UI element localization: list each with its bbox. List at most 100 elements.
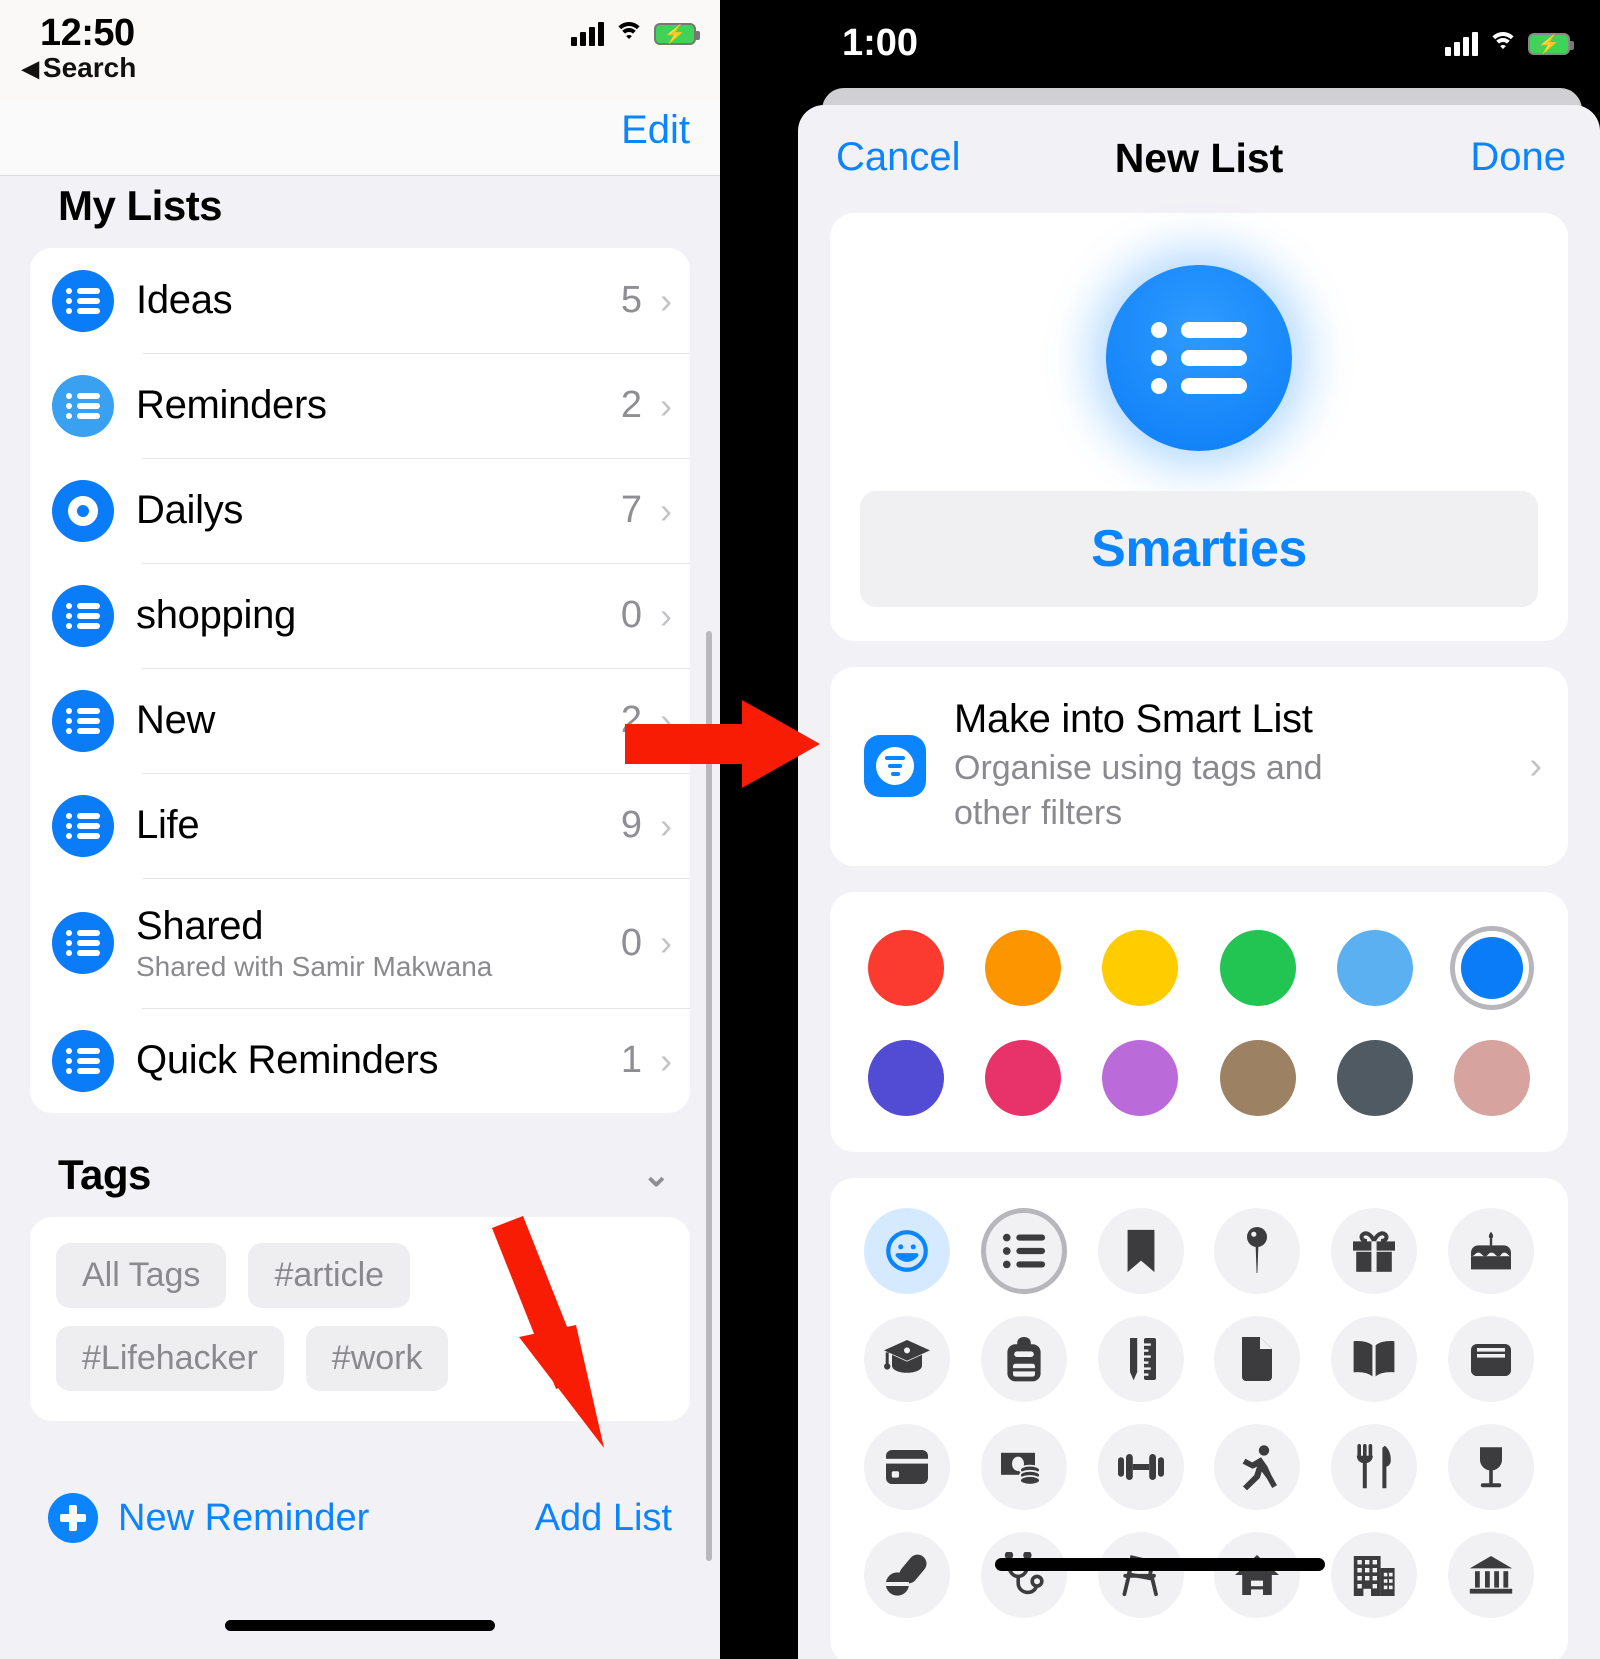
document-icon[interactable]	[1214, 1315, 1301, 1402]
left-scroll-area[interactable]: My Lists Ideas 5 › Reminders 2 › Dailys …	[0, 176, 720, 1659]
tag-chip[interactable]: #Lifehacker	[56, 1326, 284, 1391]
back-to-search-button[interactable]: ◀ Search	[22, 52, 136, 84]
list-count: 0	[620, 594, 642, 636]
pencil-ruler-icon[interactable]	[1097, 1315, 1184, 1402]
tag-chip[interactable]: All Tags	[56, 1243, 227, 1308]
fork-knife-icon[interactable]	[1331, 1423, 1418, 1510]
cellular-signal-icon	[1445, 32, 1478, 56]
tags-header-row[interactable]: Tags ⌄	[30, 1113, 690, 1217]
color-swatch-blue-selected[interactable]	[1449, 925, 1534, 1010]
credit-card-icon[interactable]	[864, 1423, 950, 1510]
backpack-icon[interactable]	[980, 1315, 1067, 1402]
tag-row: All Tags #article	[56, 1243, 664, 1308]
left-phone-screen: 12:50 ◀ Search ⚡ Edit My Lists Ideas 5 ›…	[0, 0, 720, 1659]
chevron-right-icon: ›	[660, 279, 672, 321]
book-icon[interactable]	[1331, 1315, 1418, 1402]
chevron-right-icon: ›	[660, 804, 672, 846]
chevron-right-icon: ›	[660, 1039, 672, 1081]
list-count: 5	[620, 279, 642, 321]
right-status-bar: 1:00 ⚡	[720, 0, 1600, 92]
color-swatch-yellow[interactable]	[1098, 926, 1182, 1010]
back-label: Search	[42, 52, 137, 83]
building-icon[interactable]	[1331, 1531, 1418, 1618]
status-time: 1:00	[842, 22, 919, 64]
gift-icon[interactable]	[1331, 1207, 1418, 1294]
list-row-life[interactable]: Life 9 ›	[30, 773, 690, 878]
color-picker-panel	[830, 891, 1568, 1152]
list-count: 1	[620, 1039, 642, 1081]
list-row-reminders[interactable]: Reminders 2 ›	[30, 353, 690, 458]
list-name-input[interactable]: Smarties	[860, 491, 1538, 607]
status-indicators: ⚡	[571, 22, 700, 46]
list-row-new[interactable]: New 2 ›	[30, 668, 690, 773]
list-row-quick-reminders[interactable]: Quick Reminders 1 ›	[30, 1008, 690, 1113]
add-list-button[interactable]: Add List	[535, 1497, 672, 1540]
list-row-shared[interactable]: Shared Shared with Samir Makwana 0 ›	[30, 878, 690, 1008]
chair-icon[interactable]	[1097, 1531, 1184, 1618]
list-icon[interactable]	[980, 1207, 1067, 1294]
birthday-cake-icon[interactable]	[1447, 1207, 1534, 1294]
color-swatch-light-blue[interactable]	[1333, 926, 1417, 1010]
color-row	[864, 1036, 1534, 1120]
left-nav-bar: Edit	[0, 100, 720, 176]
icon-row	[864, 1531, 1534, 1618]
new-reminder-label: New Reminder	[118, 1496, 370, 1539]
list-count: 7	[620, 489, 642, 531]
dumbbell-icon[interactable]	[1097, 1423, 1184, 1510]
wallet-icon[interactable]	[1447, 1315, 1534, 1402]
icon-row	[864, 1315, 1534, 1402]
chevron-down-icon[interactable]: ⌄	[642, 1155, 671, 1195]
bank-icon[interactable]	[1447, 1531, 1534, 1618]
list-icon	[52, 912, 114, 974]
new-list-sheet: Cancel New List Done Smarties Make into …	[798, 105, 1600, 1659]
left-status-bar: 12:50 ◀ Search ⚡	[0, 0, 720, 100]
battery-charging-icon: ⚡	[654, 23, 700, 45]
color-swatch-pink[interactable]	[981, 1036, 1065, 1120]
pills-icon[interactable]	[864, 1531, 950, 1618]
plus-icon	[48, 1493, 98, 1543]
tag-chip[interactable]: #work	[305, 1326, 449, 1391]
cash-icon[interactable]	[980, 1423, 1067, 1510]
list-icon-preview[interactable]	[1106, 265, 1292, 451]
tag-chip[interactable]: #article	[248, 1243, 411, 1308]
color-swatch-orange[interactable]	[981, 926, 1065, 1010]
list-icon	[52, 689, 114, 752]
edit-button[interactable]: Edit	[621, 108, 690, 153]
stethoscope-icon[interactable]	[980, 1531, 1067, 1618]
list-name-panel: Smarties	[830, 213, 1568, 641]
status-time: 12:50	[40, 12, 135, 54]
chevron-right-icon: ›	[660, 922, 672, 963]
pin-icon[interactable]	[1214, 1207, 1301, 1294]
done-button[interactable]: Done	[1470, 135, 1566, 180]
house-icon[interactable]	[1214, 1531, 1301, 1618]
list-row-shopping[interactable]: shopping 0 ›	[30, 563, 690, 668]
left-bottom-toolbar: New Reminder Add List	[0, 1473, 720, 1563]
list-subtitle: Shared with Samir Makwana	[136, 950, 493, 982]
list-row-dailys[interactable]: Dailys 7 ›	[30, 458, 690, 563]
tag-row: #Lifehacker #work	[56, 1326, 664, 1391]
running-person-icon[interactable]	[1214, 1423, 1301, 1510]
color-swatch-brown[interactable]	[1216, 1036, 1300, 1120]
color-swatch-green[interactable]	[1216, 926, 1300, 1010]
list-name: Ideas	[136, 278, 233, 322]
color-row	[864, 925, 1534, 1010]
list-name: Life	[136, 803, 200, 847]
my-lists-card: Ideas 5 › Reminders 2 › Dailys 7 › shopp…	[30, 248, 690, 1113]
wine-glass-icon[interactable]	[1447, 1423, 1534, 1510]
chevron-right-icon: ›	[660, 489, 672, 531]
color-swatch-purple[interactable]	[1098, 1036, 1182, 1120]
icon-row	[864, 1207, 1534, 1294]
smart-list-icon	[864, 735, 926, 798]
make-into-smart-list-row[interactable]: Make into Smart List Organise using tags…	[830, 667, 1568, 866]
smiley-icon[interactable]	[864, 1207, 950, 1294]
vertical-scrollbar[interactable]	[706, 631, 712, 1561]
color-swatch-red[interactable]	[864, 926, 948, 1010]
color-swatch-slate[interactable]	[1333, 1036, 1417, 1120]
list-row-ideas[interactable]: Ideas 5 ›	[30, 248, 690, 353]
bookmark-icon[interactable]	[1097, 1207, 1184, 1294]
color-swatch-dusty-rose[interactable]	[1450, 1036, 1534, 1120]
graduation-cap-icon[interactable]	[864, 1315, 950, 1402]
new-reminder-button[interactable]: New Reminder	[48, 1493, 369, 1543]
color-swatch-indigo[interactable]	[864, 1036, 948, 1120]
cellular-signal-icon	[571, 22, 604, 46]
